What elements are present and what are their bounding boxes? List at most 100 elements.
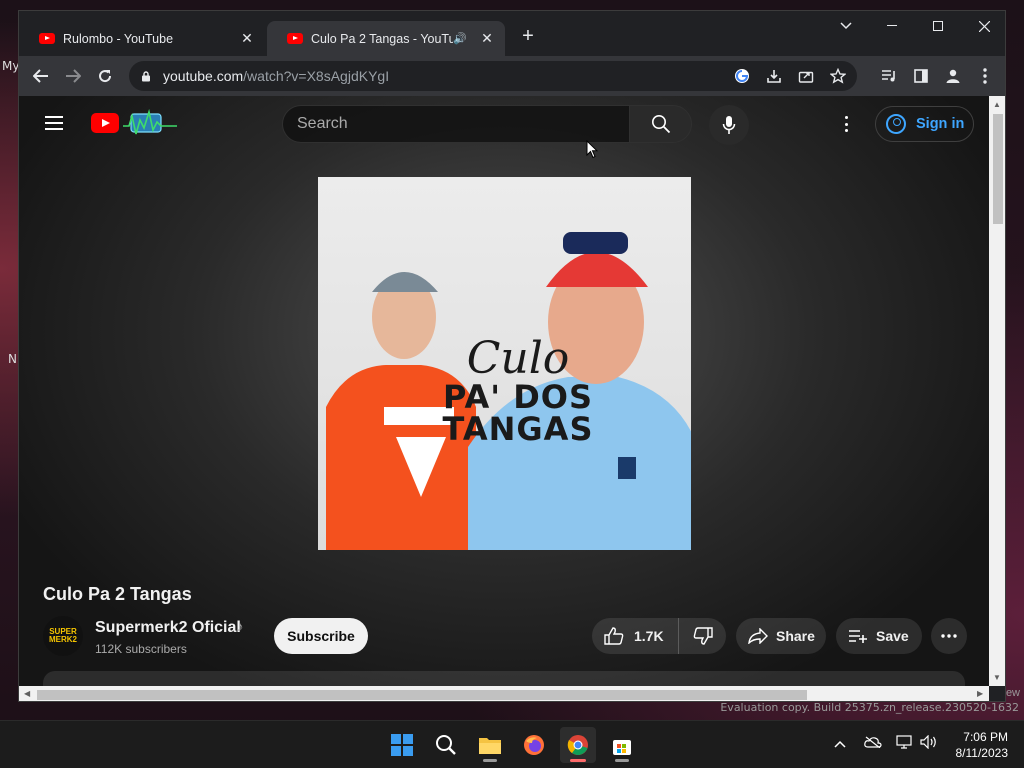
close-window-button[interactable] (961, 11, 1005, 41)
youtube-header: Search Sign in (19, 96, 989, 152)
share-page-icon[interactable] (795, 66, 817, 86)
subscribe-button[interactable]: Subscribe (274, 618, 368, 654)
mouse-cursor-icon (586, 140, 598, 159)
profile-icon[interactable] (941, 64, 965, 88)
search-input[interactable]: Search (282, 105, 630, 143)
chrome-menu-icon[interactable] (973, 64, 997, 88)
like-dislike-group: 1.7K (592, 618, 726, 654)
voice-search-button[interactable] (709, 105, 749, 145)
youtube-logo-icon[interactable] (91, 113, 119, 133)
vertical-scrollbar[interactable]: ▲ ▼ (989, 96, 1005, 686)
windows-logo-icon (391, 734, 413, 756)
subscriber-count: 112K subscribers (95, 642, 187, 656)
microsoft-store-button[interactable] (604, 727, 640, 763)
share-button[interactable]: Share (736, 618, 826, 654)
close-tab-icon[interactable]: ✕ (479, 30, 495, 47)
firefox-icon (524, 735, 544, 755)
scroll-up-arrow-icon[interactable]: ▲ (993, 100, 1001, 109)
start-button[interactable] (384, 727, 420, 763)
horizontal-scrollbar[interactable]: ◀ ▶ (19, 686, 989, 701)
new-tab-button[interactable]: + (517, 25, 539, 48)
clock[interactable]: 7:06 PM 8/11/2023 (956, 729, 1009, 761)
browser-toolbar: youtube.com/watch?v=X8sAgjdKYgI (19, 56, 1005, 96)
youtube-page: Search Sign in Culo PA' DOS TANGAS Culo … (19, 96, 989, 686)
chrome-button[interactable] (560, 727, 596, 763)
save-label: Save (876, 628, 909, 644)
file-explorer-button[interactable] (472, 727, 508, 763)
install-app-icon[interactable] (763, 66, 785, 86)
account-icon (886, 114, 906, 134)
video-title: Culo Pa 2 Tangas (43, 584, 192, 604)
youtube-favicon-icon (39, 33, 55, 44)
maximize-button[interactable] (915, 11, 961, 41)
tab-title: Culo Pa 2 Tangas - YouTube (311, 31, 453, 46)
side-panel-icon[interactable] (909, 64, 933, 88)
reload-icon[interactable] (93, 64, 117, 88)
back-icon[interactable] (29, 64, 53, 88)
firefox-button[interactable] (516, 727, 552, 763)
taskbar: 7:06 PM 8/11/2023 (0, 720, 1024, 768)
url-text: youtube.com/watch?v=X8sAgjdKYgI (163, 68, 390, 84)
sign-in-button[interactable]: Sign in (875, 106, 974, 142)
share-label: Share (776, 628, 815, 644)
like-count: 1.7K (634, 628, 664, 644)
thumbs-up-icon (604, 627, 624, 645)
sign-in-label: Sign in (916, 116, 965, 132)
scroll-left-arrow-icon[interactable]: ◀ (24, 689, 30, 698)
channel-name-link[interactable]: Supermerk2 Oficial (95, 619, 241, 637)
minimize-button[interactable] (869, 11, 915, 41)
share-arrow-icon (748, 628, 768, 644)
tab-strip: Rulombo - YouTube ✕ Culo Pa 2 Tangas - Y… (19, 11, 1005, 56)
bookmark-star-icon[interactable] (827, 66, 849, 86)
close-tab-icon[interactable]: ✕ (239, 30, 255, 47)
desktop-icon-label[interactable]: My (2, 59, 19, 73)
channel-avatar[interactable]: SUPER MERK2 (43, 616, 83, 656)
add-to-playlist-icon (849, 630, 867, 643)
evaluation-watermark: Evaluation copy. Build 25375.zn_release.… (720, 701, 1019, 714)
thumbs-down-icon (693, 627, 713, 645)
taskbar-search-button[interactable] (428, 727, 464, 763)
search-button[interactable] (629, 105, 692, 143)
store-bag-icon (613, 740, 631, 755)
media-control-icon[interactable] (877, 64, 901, 88)
folder-icon (479, 738, 501, 754)
youtube-doodle-icon[interactable] (123, 108, 177, 138)
video-player[interactable]: Culo PA' DOS TANGAS (318, 177, 691, 550)
dislike-button[interactable] (679, 627, 713, 645)
desktop-partial-label: ew (1005, 687, 1020, 699)
clock-time: 7:06 PM (963, 730, 1008, 744)
microphone-icon (722, 116, 736, 134)
onedrive-offline-icon[interactable] (864, 735, 882, 751)
network-icon[interactable] (896, 735, 914, 752)
lock-icon[interactable] (141, 70, 151, 82)
search-icon (436, 735, 456, 755)
tab-title: Rulombo - YouTube (63, 31, 174, 46)
speaker-icon[interactable]: 🔊 (453, 32, 467, 45)
chrome-icon (567, 735, 588, 755)
volume-icon[interactable] (920, 734, 938, 752)
settings-menu-icon[interactable] (844, 116, 848, 132)
forward-icon[interactable] (61, 64, 85, 88)
tab-search-icon[interactable] (823, 11, 869, 41)
address-bar[interactable]: youtube.com/watch?v=X8sAgjdKYgI (129, 61, 857, 91)
tab-rulombo[interactable]: Rulombo - YouTube ✕ (19, 21, 265, 56)
music-note-icon: ♪ (237, 619, 244, 634)
youtube-favicon-icon (287, 33, 303, 44)
search-placeholder: Search (297, 115, 348, 132)
more-actions-button[interactable] (931, 618, 967, 654)
tab-culo-pa-2-tangas[interactable]: Culo Pa 2 Tangas - YouTube 🔊 ✕ (267, 21, 505, 56)
scroll-right-arrow-icon[interactable]: ▶ (977, 689, 983, 698)
hamburger-menu-icon[interactable] (45, 116, 63, 130)
like-button[interactable]: 1.7K (592, 618, 679, 654)
more-horizontal-icon (941, 634, 957, 638)
scroll-down-arrow-icon[interactable]: ▼ (993, 673, 1001, 682)
search-icon (651, 115, 670, 134)
google-lens-icon[interactable] (731, 66, 753, 86)
vertical-scroll-thumb[interactable] (993, 114, 1003, 224)
horizontal-scroll-thumb[interactable] (37, 690, 807, 700)
description-box[interactable] (43, 671, 965, 686)
save-button[interactable]: Save (836, 618, 922, 654)
desktop-icon-label[interactable]: N (8, 352, 17, 366)
show-hidden-icons-chevron-icon[interactable] (834, 735, 846, 751)
clock-date: 8/11/2023 (955, 746, 1009, 760)
